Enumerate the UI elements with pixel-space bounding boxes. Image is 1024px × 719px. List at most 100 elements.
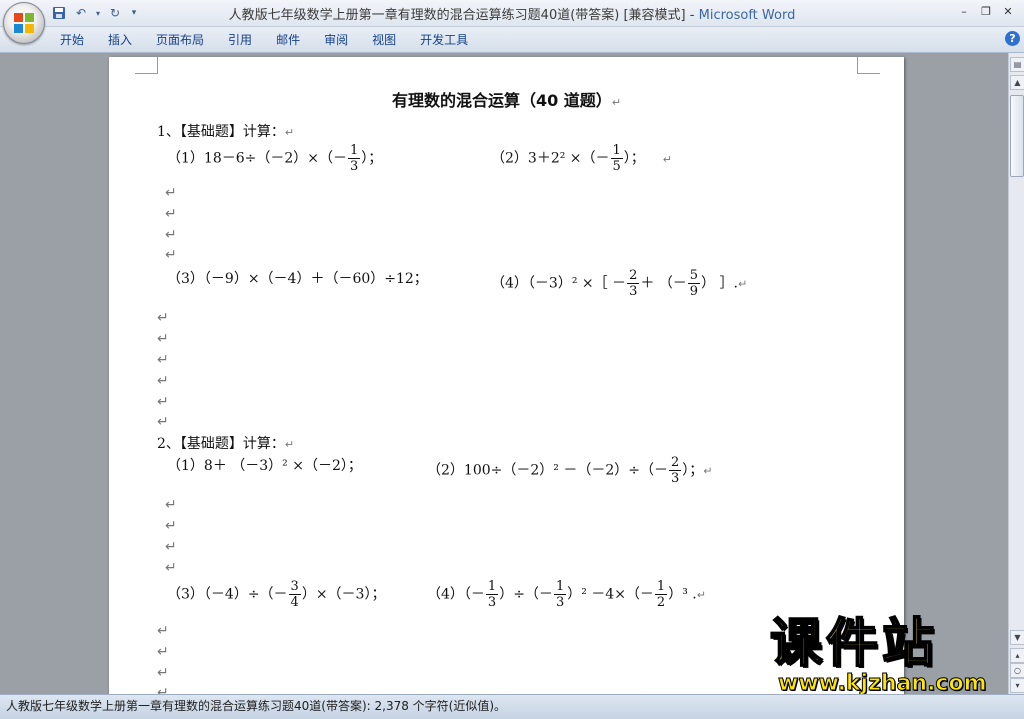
window-controls: – ❐ ✕: [954, 3, 1018, 19]
undo-dropdown-icon[interactable]: ▾: [94, 4, 102, 22]
title-bar: ↶ ▾ ↻ ▾ 人教版七年级数学上册第一章有理数的混合运算练习题40道(带答案)…: [0, 0, 1024, 27]
numerator: 1: [610, 143, 623, 159]
q2-heading: 2、【基础题】计算：↵: [157, 433, 294, 453]
tab-review[interactable]: 审阅: [312, 31, 360, 49]
document-page[interactable]: 有理数的混合运算（40 道题）↵ 1、【基础题】计算：↵ （1）18－6÷（－2…: [109, 57, 904, 694]
office-button[interactable]: [3, 2, 45, 44]
previous-page-icon[interactable]: ▴: [1010, 648, 1024, 663]
customize-qat-icon[interactable]: ▾: [128, 4, 140, 22]
paragraph-mark: ↵: [157, 310, 169, 326]
denominator: 3: [670, 471, 680, 486]
numerator: 5: [687, 268, 701, 284]
scroll-thumb[interactable]: [1010, 95, 1024, 177]
denominator: 2: [656, 595, 666, 610]
paragraph-mark: ↵: [165, 539, 177, 555]
status-text: 人教版七年级数学上册第一章有理数的混合运算练习题40道(带答案): 2,378 …: [6, 699, 507, 713]
ribbon-tabs: 开始 插入 页面布局 引用 邮件 审阅 视图 开发工具: [48, 31, 480, 49]
denominator: 3: [555, 595, 565, 610]
expr-part: ）；: [361, 150, 383, 167]
margin-corner-top-left: [135, 57, 158, 74]
expr-part: （3）（－4）÷（－: [167, 586, 288, 603]
expr-part: ） ］.: [701, 275, 738, 292]
q2-heading-text: 2、【基础题】计算：: [157, 436, 285, 452]
numerator: 1: [485, 579, 499, 595]
minimize-icon[interactable]: –: [954, 3, 974, 19]
fraction: 13: [348, 143, 361, 174]
redo-icon[interactable]: ↻: [106, 4, 124, 22]
expr-part: （2）3＋2² ×（－: [491, 150, 610, 167]
tab-mailings[interactable]: 邮件: [264, 31, 312, 49]
office-logo-icon: [14, 13, 34, 33]
paragraph-mark: ↵: [165, 227, 177, 243]
ruler-toggle-icon[interactable]: ▤: [1010, 57, 1024, 72]
tab-home[interactable]: 开始: [48, 31, 96, 49]
q1-problem-3: （3）（－9）×（－4）＋（－60）÷12；: [167, 268, 428, 288]
margin-corner-top-right: [857, 57, 880, 74]
denominator: 4: [290, 595, 299, 610]
q2-problem-1: （1）8＋ （－3）² ×（－2）；: [167, 455, 362, 475]
paragraph-mark: ↵: [157, 373, 169, 389]
denominator: 3: [629, 284, 638, 299]
q1-heading-text: 1、【基础题】计算：: [157, 124, 285, 140]
tab-insert[interactable]: 插入: [96, 31, 144, 49]
expr-part: （4）（－3）² ×［ －: [491, 275, 627, 292]
document-name: 人教版七年级数学上册第一章有理数的混合运算练习题40道(带答案) [兼容模式]: [228, 8, 686, 23]
numerator: 2: [627, 268, 640, 284]
fraction: 23: [627, 268, 640, 299]
paragraph-mark: ↵: [165, 560, 177, 576]
paragraph-mark: ↵: [737, 277, 748, 291]
expr-part: （3）（－9）×（－4）＋（－60）÷12；: [167, 271, 428, 287]
close-icon[interactable]: ✕: [998, 3, 1018, 19]
paragraph-mark: ↵: [662, 152, 673, 166]
undo-icon[interactable]: ↶: [72, 4, 90, 22]
quick-access-toolbar: ↶ ▾ ↻ ▾: [50, 3, 140, 23]
watermark-text: 课件站: [769, 614, 939, 674]
q2-problem-4: （4）（－ 1 3 ）÷（－ 1 3 ）² －4×（－ 1 2 ）³ .↵: [427, 579, 706, 610]
paragraph-mark: ↵: [284, 126, 295, 139]
q2-problem-3: （3）（－4）÷（－ 3 4 ）×（－3）；: [167, 579, 385, 610]
paragraph-mark: ↵: [157, 331, 169, 347]
fraction: 23: [668, 455, 682, 486]
application-name: Microsoft Word: [698, 8, 796, 23]
paragraph-mark: ↵: [165, 497, 177, 513]
expr-part: ）×（－3）；: [301, 586, 386, 603]
tab-references[interactable]: 引用: [216, 31, 264, 49]
denominator: 9: [689, 284, 699, 299]
numerator: 1: [348, 143, 361, 159]
fraction: 13: [553, 579, 567, 610]
tab-developer[interactable]: 开发工具: [408, 31, 480, 49]
watermark: 课件站 www.kjzhan.com: [769, 614, 1010, 696]
help-icon[interactable]: ?: [1005, 31, 1020, 46]
q1-problem-1: （1）18－6÷（－2）×（－ 1 3）；: [167, 143, 382, 174]
expr-part: ）；: [682, 462, 704, 479]
title-separator: -: [685, 8, 699, 23]
vertical-scrollbar[interactable]: ▤ ▲ ▼ ▴ ○ ▾: [1008, 53, 1024, 694]
next-page-icon[interactable]: ▾: [1010, 678, 1024, 693]
save-icon[interactable]: [50, 4, 68, 22]
paragraph-mark: ↵: [157, 665, 169, 681]
scroll-down-icon[interactable]: ▼: [1010, 630, 1024, 645]
numerator: 2: [668, 455, 682, 471]
paragraph-mark: ↵: [157, 685, 169, 694]
scroll-up-icon[interactable]: ▲: [1010, 75, 1024, 90]
document-title-text: 有理数的混合运算（40 道题）: [391, 91, 612, 110]
paragraph-mark: ↵: [165, 247, 177, 263]
tab-view[interactable]: 视图: [360, 31, 408, 49]
paragraph-mark: ↵: [165, 518, 177, 534]
expr-part: （2）100÷（－2）² －（－2）÷（－: [427, 462, 668, 479]
numerator: 1: [654, 579, 668, 595]
tab-page-layout[interactable]: 页面布局: [144, 31, 216, 49]
restore-icon[interactable]: ❐: [976, 3, 996, 19]
paragraph-mark: ↵: [284, 438, 295, 451]
q1-problem-2: （2）3＋2² ×（－ 1 5）； ↵: [491, 143, 672, 174]
paragraph-mark: ↵: [165, 206, 177, 222]
expr-part: ）³ .: [668, 586, 697, 603]
expr-part: （4）（－: [427, 586, 485, 603]
fraction: 59: [687, 268, 701, 299]
select-browse-object-icon[interactable]: ○: [1010, 663, 1024, 678]
denominator: 5: [612, 159, 621, 174]
q2-problem-2: （2）100÷（－2）² －（－2）÷（－ 2 3 ）；↵: [427, 455, 712, 486]
document-workspace: 有理数的混合运算（40 道题）↵ 1、【基础题】计算：↵ （1）18－6÷（－2…: [0, 53, 1009, 694]
expr-part: ）÷（－: [499, 586, 553, 603]
paragraph-mark: ↵: [703, 464, 713, 478]
